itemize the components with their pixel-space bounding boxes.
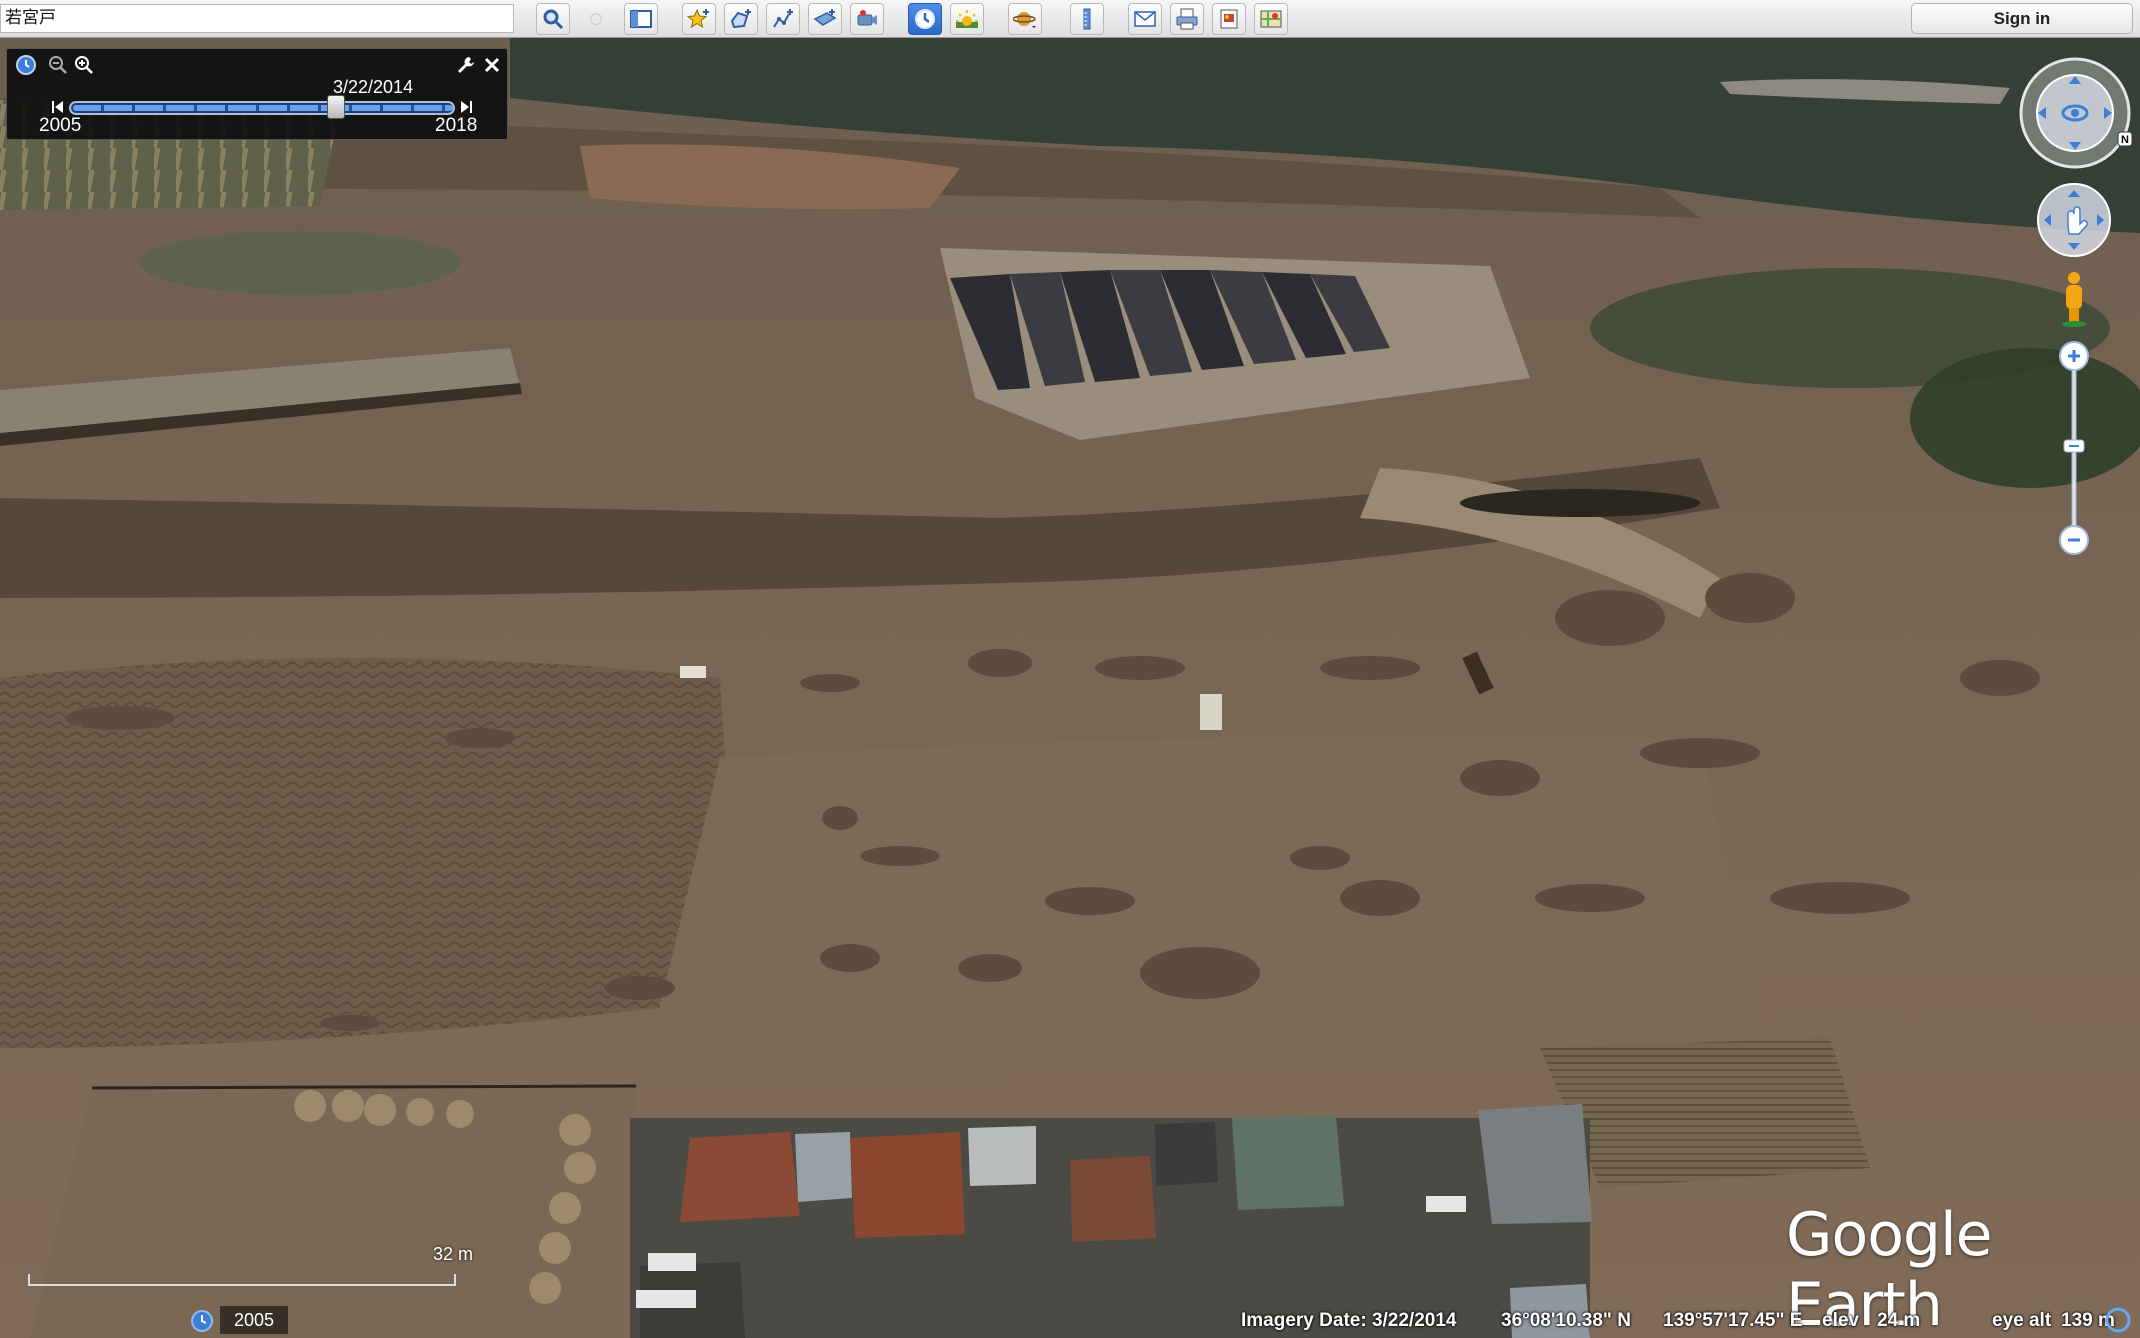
close-icon[interactable]: [481, 54, 503, 76]
zoom-slider[interactable]: [2058, 340, 2090, 558]
sunlight-icon: [956, 10, 978, 28]
add-polygon-icon: [730, 9, 751, 29]
sunlight-button[interactable]: [950, 3, 984, 35]
sidebar-toggle-button[interactable]: [624, 3, 658, 35]
toolbar: 若宮戸 Sign in: [0, 0, 2140, 38]
history-clock-icon[interactable]: [190, 1309, 214, 1333]
print-button[interactable]: [1170, 3, 1204, 35]
start-year-label: 2005: [39, 115, 82, 136]
history-year-label[interactable]: 2005: [220, 1306, 288, 1334]
houses: [630, 1104, 1592, 1338]
current-date-label: 3/22/2014: [333, 77, 414, 97]
ruler-button[interactable]: [1070, 3, 1104, 35]
sign-in-button[interactable]: Sign in: [1911, 3, 2133, 34]
sidebar-toggle-icon: [630, 10, 652, 28]
move-joystick[interactable]: [2036, 182, 2112, 258]
end-year-label: 2018: [435, 115, 478, 136]
look-joystick[interactable]: N: [2018, 56, 2132, 170]
image-overlay-button[interactable]: [808, 3, 842, 35]
scale-bar: [28, 1274, 456, 1286]
add-path-icon: [773, 9, 793, 28]
eye-alt-label: eye alt: [1992, 1310, 2052, 1331]
elevation-value: 24 m: [1877, 1310, 1921, 1331]
search-input[interactable]: 若宮戸: [0, 4, 514, 33]
map-view[interactable]: [0, 38, 2140, 1338]
time-slider-fill: [73, 105, 453, 111]
add-polygon-button[interactable]: [724, 3, 758, 35]
add-path-button[interactable]: [766, 3, 800, 35]
print-icon: [1176, 8, 1198, 30]
historical-imagery-panel: 3/22/2014 2005 2018: [6, 48, 508, 140]
svg-text:N: N: [2121, 134, 2129, 146]
view-in-maps-icon: [1260, 10, 1282, 28]
latitude-readout: 36°08'10.38" N: [1501, 1310, 1631, 1331]
zoom-out-time-icon[interactable]: [47, 54, 69, 76]
imagery-date: Imagery Date: 3/22/2014: [1241, 1310, 1457, 1331]
longitude-readout: 139°57'17.45" E: [1663, 1310, 1803, 1331]
email-button[interactable]: [1128, 3, 1162, 35]
record-tour-icon: [857, 10, 877, 26]
time-slider-thumb[interactable]: [327, 95, 346, 119]
search-icon: [543, 9, 564, 30]
save-image-icon: [1220, 9, 1238, 29]
zoom-in-time-icon[interactable]: [73, 54, 95, 76]
streaming-progress-icon: [2105, 1307, 2131, 1333]
clock-icon[interactable]: [15, 54, 37, 76]
historical-imagery-icon: [915, 9, 935, 29]
ruler-icon: [1083, 8, 1091, 30]
record-tour-button[interactable]: [850, 3, 884, 35]
search-button[interactable]: [536, 3, 570, 35]
step-back-icon[interactable]: [51, 99, 65, 115]
planets-icon: [1013, 12, 1036, 28]
add-placemark-button[interactable]: [682, 3, 716, 35]
street-view-pegman-icon[interactable]: [2056, 270, 2092, 328]
elevation-label: elev: [1822, 1310, 1859, 1331]
historical-imagery-button[interactable]: [908, 3, 942, 35]
image-overlay-icon: [813, 9, 837, 26]
time-slider-track[interactable]: [69, 101, 455, 115]
step-forward-icon[interactable]: [459, 99, 473, 115]
save-image-button[interactable]: [1212, 3, 1246, 35]
status-bar: Imagery Date: 3/22/2014 36°08'10.38" N 1…: [1235, 1304, 2140, 1338]
scale-label: 32 m: [433, 1244, 474, 1264]
email-icon: [1134, 11, 1156, 27]
planets-button[interactable]: [1008, 3, 1042, 35]
separator-dot-icon: [590, 13, 602, 25]
view-in-maps-button[interactable]: [1254, 3, 1288, 35]
add-placemark-icon: [687, 8, 709, 29]
aerial-imagery[interactable]: [0, 38, 2140, 1338]
wrench-icon[interactable]: [455, 54, 477, 76]
